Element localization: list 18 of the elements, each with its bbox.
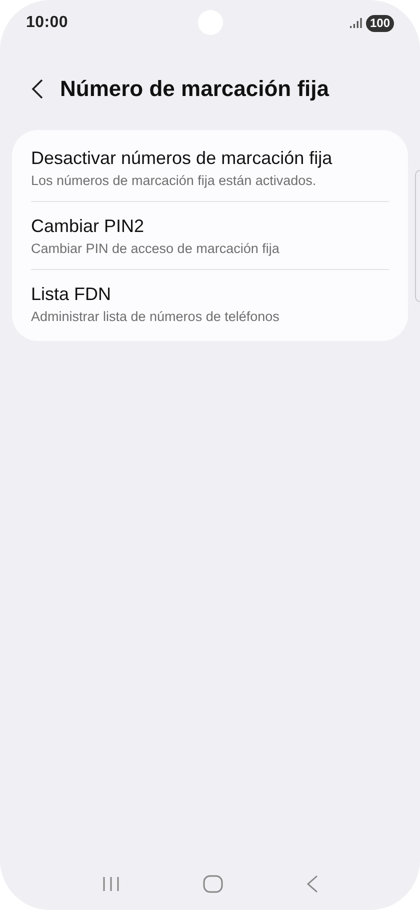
home-icon [202,875,223,893]
settings-item[interactable]: Desactivar números de marcación fija Los números de marcación fija están activados. [12,134,408,201]
item-title: Desactivar números de marcación fija [31,148,334,169]
status-time: 10:00 [26,14,68,32]
item-subtitle: Cambiar PIN de acceso de marcación fija [31,241,280,256]
item-title: Cambiar PIN2 [31,216,146,237]
recent-apps-icon [102,876,120,892]
settings-item[interactable]: Lista FDN Administrar lista de números de teléfonos [12,270,408,337]
battery-level: 100 [366,14,394,32]
settings-item[interactable]: Cambiar PIN2 Cambiar PIN de acceso de marcación fija [12,202,408,269]
back-button[interactable] [30,78,44,100]
back-icon [306,875,318,893]
item-subtitle: Administrar lista de números de teléfonos [31,309,280,324]
item-title: Lista FDN [31,284,112,305]
page-title: Número de marcación fija [60,76,329,102]
item-subtitle: Los números de marcación fija están activados. [31,173,318,188]
signal-icon [350,18,362,28]
back-chevron-icon [30,78,44,100]
